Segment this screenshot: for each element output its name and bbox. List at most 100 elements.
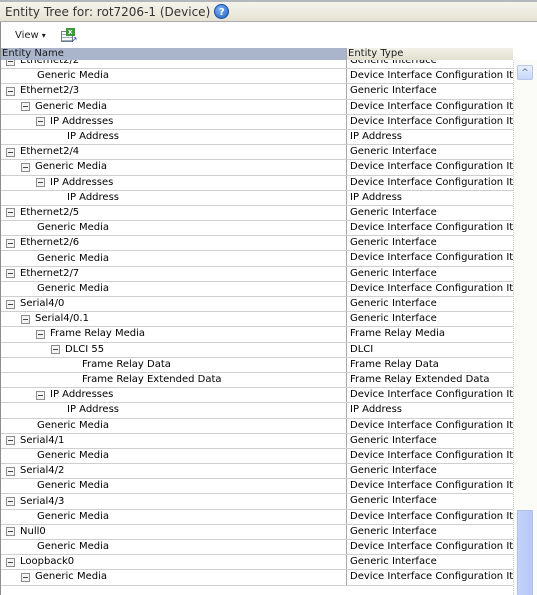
collapse-toggle-icon[interactable] [6,497,15,507]
tree-row[interactable]: Serial4/0.1 Generic Interface [1,312,513,328]
tree-row[interactable]: Generic Media Device Interface Configurat… [1,418,513,434]
collapse-toggle-icon[interactable] [6,208,15,218]
entity-name: Generic Media [37,252,109,264]
entity-name: IP Addresses [50,389,114,401]
view-menu-button[interactable]: View ▾ [15,30,46,41]
entity-name-cell: Serial4/0 [1,297,346,311]
entity-name-cell: Generic Media [1,479,346,493]
entity-name-cell: Frame Relay Media [1,327,346,341]
tree-row[interactable]: Serial4/2 Generic Interface [1,464,513,480]
tree-row[interactable]: Ethernet2/6 Generic Interface [1,236,513,252]
tree-row[interactable]: Generic Media Device Interface Configurat… [1,479,513,495]
collapse-toggle-icon[interactable] [51,345,60,355]
tree-row[interactable]: Generic Media Device Interface Configurat… [1,540,513,556]
entity-name-cell: Generic Media [1,540,346,554]
collapse-toggle-icon[interactable] [36,178,45,188]
tree-row[interactable]: Frame Relay Extended Data Frame Relay Ext… [1,372,513,389]
entity-type-cell: Device Interface Configuration Item [346,221,513,236]
collapse-toggle-icon[interactable] [6,269,15,279]
entity-name-cell: Ethernet2/3 [1,84,346,98]
tree-row[interactable]: Ethernet2/3 Generic Interface [1,84,513,100]
entity-type-cell: Generic Interface [346,236,513,251]
collapse-toggle-icon[interactable] [21,162,30,172]
collapse-toggle-icon[interactable] [36,117,45,127]
tree-row[interactable]: Generic Media Device Interface Configurat… [1,509,513,525]
entity-name: Frame Relay Media [50,328,146,340]
collapse-toggle-icon[interactable] [21,572,30,582]
entity-type-cell: Frame Relay Data [346,357,513,372]
collapse-toggle-icon[interactable] [6,299,15,309]
entity-name-cell: Null0 [1,525,346,539]
tree-row[interactable]: IP Address IP Address [1,129,513,146]
tree-row[interactable]: IP Address IP Address [1,403,513,419]
entity-type-cell: Device Interface Configuration Item [346,388,513,403]
collapse-toggle-icon[interactable] [6,86,15,96]
entity-name-cell: Frame Relay Extended Data [1,373,346,387]
tree-row[interactable]: Generic Media Device Interface Configurat… [1,99,513,115]
tree-row[interactable]: Generic Media Device Interface Configurat… [1,251,513,267]
entity-name-cell: IP Address [1,191,346,205]
collapse-toggle-icon[interactable] [36,390,45,400]
tree-row[interactable]: Ethernet2/5 Generic Interface [1,205,513,222]
tree-row[interactable]: Frame Relay Media Frame Relay Media [1,327,513,343]
entity-name-cell: Ethernet2/5 [1,206,346,220]
collapse-toggle-icon[interactable] [6,527,15,537]
tree-row[interactable]: Ethernet2/7 Generic Interface [1,266,513,282]
tree-row[interactable]: IP Addresses Device Interface Configurati… [1,175,513,191]
collapse-toggle-icon[interactable] [6,238,15,248]
collapse-toggle-icon[interactable] [21,102,30,112]
entity-name: IP Address [67,131,119,143]
collapse-toggle-icon[interactable] [6,557,15,567]
entity-name: Generic Media [37,222,109,234]
entity-name-cell: Ethernet2/6 [1,236,346,250]
entity-type-cell: Generic Interface [346,312,513,327]
entity-name-cell: Generic Media [1,449,346,463]
collapse-toggle-icon[interactable] [6,436,15,446]
collapse-toggle-icon[interactable] [6,466,15,476]
tree-row[interactable]: Serial4/1 Generic Interface [1,433,513,449]
tree-row[interactable]: Generic Media Device Interface Configurat… [1,221,513,237]
export-to-excel-icon[interactable]: x ↗ [60,27,77,43]
collapse-toggle-icon[interactable] [21,314,30,324]
tree-row[interactable]: IP Addresses Device Interface Configurati… [1,114,513,130]
entity-type-cell: Generic Interface [346,145,513,160]
entity-type-cell: Device Interface Configuration Item [346,114,513,129]
tree-row[interactable]: Generic Media Device Interface Configurat… [1,69,513,85]
entity-name: Generic Media [37,480,109,492]
help-icon[interactable]: ? [214,4,230,19]
tree-row[interactable]: Ethernet2/4 Generic Interface [1,145,513,161]
tree-row[interactable]: Generic Media Device Interface Configurat… [1,570,513,586]
tree-row[interactable]: Generic Media Device Interface Configurat… [1,160,513,176]
tree-row[interactable]: IP Addresses Device Interface Configurati… [1,388,513,404]
entity-name: DLCI 55 [65,343,105,355]
tree-row[interactable]: Frame Relay Data Frame Relay Data [1,357,513,373]
entity-type-cell: Frame Relay Media [346,327,513,342]
collapse-toggle-icon[interactable] [36,329,45,339]
entity-type-cell: Device Interface Configuration Item [346,540,513,555]
entity-type-cell: Device Interface Configuration Item [346,175,513,190]
entity-name: Serial4/1 [20,434,65,446]
entity-type-cell: Generic Interface [346,433,513,448]
tree-row[interactable]: Null0 Generic Interface [1,524,513,540]
tree-row[interactable]: Serial4/0 Generic Interface [1,297,513,313]
tree-row[interactable]: Generic Media Device Interface Configurat… [1,281,513,297]
entity-type-cell: IP Address [346,129,513,145]
scroll-thumb[interactable] [517,510,533,595]
entity-type-cell: IP Address [346,190,513,205]
tree-row[interactable]: Loopback0 Generic Interface [1,555,513,571]
entity-name-cell: IP Addresses [1,115,346,129]
tree-row[interactable]: DLCI 55 DLCI [1,342,513,358]
entity-name-cell: Generic Media [1,69,346,83]
collapse-toggle-icon[interactable] [6,147,15,157]
entity-type-cell: Device Interface Configuration Item [346,570,513,585]
tree-row[interactable]: IP Address IP Address [1,190,513,206]
entity-name-cell: Frame Relay Data [1,358,346,372]
column-header-entity-type[interactable]: Entity Type [346,48,513,60]
scroll-up-icon[interactable]: ^ [517,65,533,80]
entity-name-cell: Generic Media [1,251,346,265]
entity-type-cell: Frame Relay Extended Data [346,372,513,388]
column-header-entity-name[interactable]: Entity Name [1,48,346,60]
tree-row[interactable]: Generic Media Device Interface Configurat… [1,448,513,465]
tree-row[interactable]: Serial4/3 Generic Interface [1,494,513,510]
vertical-scrollbar[interactable]: ^ [513,60,537,595]
